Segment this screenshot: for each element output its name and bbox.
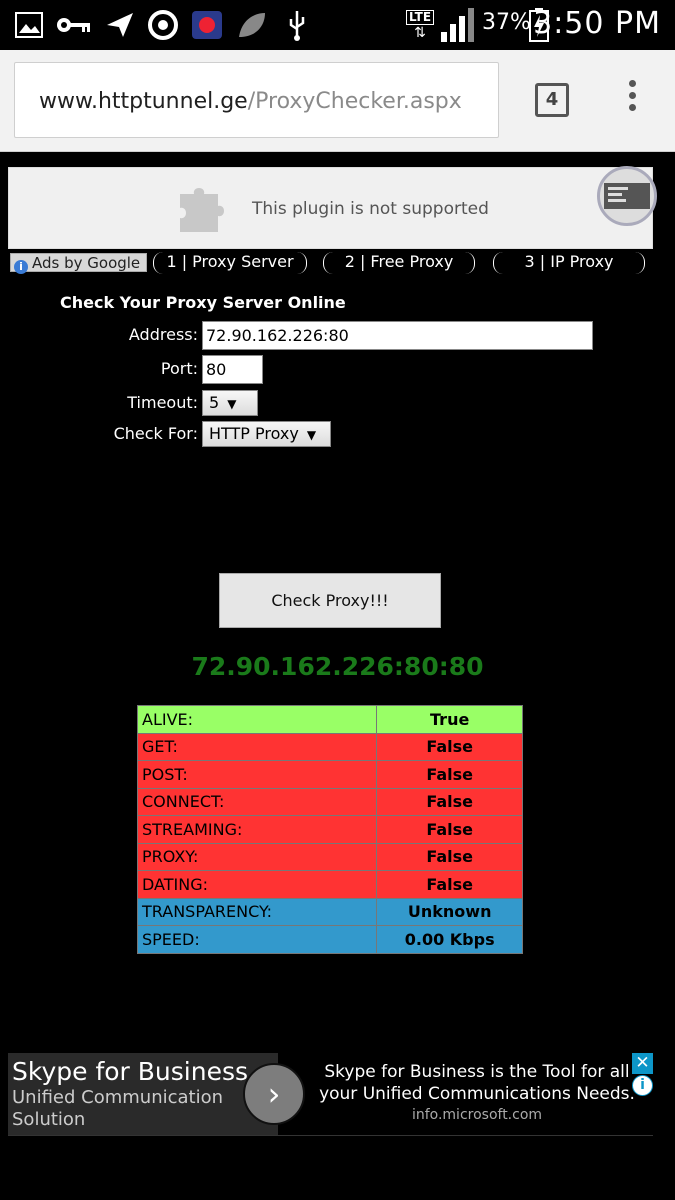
timeout-select[interactable]: 5 ▼ [202,390,258,416]
dropdown-arrow-icon: ▼ [306,428,317,442]
battery-percent: 37% [482,10,531,35]
check-for-value: HTTP Proxy [209,424,299,443]
nav-link-proxy-server[interactable]: 1 | Proxy Server [153,252,307,274]
result-value: False [376,732,523,761]
address-label: Address: [128,325,198,344]
port-label: Port: [160,359,198,378]
result-value: False [376,760,523,789]
result-address: 72.90.162.226:80:80 [191,652,484,681]
browser-toolbar: www.httptunnel.ge/ProxyChecker.aspx 4 [0,50,675,152]
app-notification-icon [190,8,224,42]
usb-icon [285,8,309,42]
info-icon[interactable]: i [632,1075,653,1096]
timeout-value: 5 [209,393,220,412]
ad-subtitle: Unified Communication Solution [12,1087,224,1130]
ads-by-google-link[interactable]: i Ads by Google [10,253,148,274]
chevron-right-icon[interactable]: › [243,1063,305,1125]
nav-links-row: i Ads by Google 1 | Proxy Server 2 | Free… [0,252,675,274]
timeout-label: Timeout: [127,393,198,412]
check-for-select[interactable]: HTTP Proxy ▼ [202,421,331,447]
network-type-label: LTE [405,9,435,25]
result-key: CONNECT: [136,787,378,816]
leaf-icon [235,8,269,42]
skype-ad-banner[interactable]: Skype for Business Unified Communication… [8,1053,653,1136]
clock: 3:50 PM [533,6,661,41]
lte-icon: LTE ⇅ [405,8,435,42]
ad-domain: info.microsoft.com [411,1107,543,1123]
puzzle-piece-icon [180,188,224,232]
info-icon: i [14,260,28,274]
results-table: ALIVE: True GET: False POST: False CONNECT: Fal… [136,705,523,954]
result-row: ALIVE: True [136,705,523,734]
ad-title[interactable]: Skype for Business [12,1057,248,1086]
sync-icon [146,8,180,42]
key-icon [55,8,93,42]
result-key: TRANSPARENCY: [136,897,378,926]
plugin-message: This plugin is not supported [252,199,489,219]
result-key: PROXY: [136,842,378,871]
address-bar[interactable]: www.httptunnel.ge/ProxyChecker.aspx [14,62,499,138]
ad-description: Skype for Business is the Tool for all y… [319,1062,635,1104]
result-value: True [376,705,523,734]
result-row: POST: False [136,760,523,789]
ads-label: Ads by Google [32,254,141,272]
form-title: Check Your Proxy Server Online [60,293,346,312]
result-key: GET: [136,732,378,761]
overflow-menu-icon[interactable] [622,80,642,120]
result-value: False [376,842,523,871]
send-icon [104,8,136,42]
port-input[interactable] [202,355,263,384]
tab-switcher-button[interactable]: 4 [535,83,569,117]
url-text[interactable]: www.httptunnel.ge/ProxyChecker.aspx [39,89,462,114]
result-row: DATING: False [136,870,523,899]
result-value: Unknown [376,897,523,926]
close-icon[interactable]: ✕ [632,1053,653,1074]
result-key: POST: [136,760,378,789]
result-value: False [376,870,523,899]
url-domain: www.httptunnel.ge [39,89,248,114]
status-bar: LTE ⇅ 37% 3:50 PM [0,0,675,50]
result-row: CONNECT: False [136,787,523,816]
nav-link-free-proxy[interactable]: 2 | Free Proxy [323,252,475,274]
result-value: False [376,815,523,844]
url-path: /ProxyChecker.aspx [247,89,462,114]
result-key: SPEED: [136,925,378,954]
result-row: TRANSPARENCY: Unknown [136,897,523,926]
nav-link-ip-proxy[interactable]: 3 | IP Proxy [493,252,645,274]
magnifier-thumbnail [597,166,657,226]
result-row: GET: False [136,732,523,761]
result-value: False [376,787,523,816]
result-row: SPEED: 0.00 Kbps [136,925,523,954]
dropdown-arrow-icon: ▼ [227,397,237,411]
result-key: ALIVE: [136,705,378,734]
signal-icon [438,8,476,42]
check-for-label: Check For: [113,424,198,443]
plugin-placeholder: This plugin is not supported [8,167,653,249]
result-key: DATING: [136,870,378,899]
ad-left-panel[interactable]: Skype for Business Unified Communication… [8,1053,278,1135]
result-row: STREAMING: False [136,815,523,844]
result-key: STREAMING: [136,815,378,844]
result-row: PROXY: False [136,842,523,871]
gallery-icon [14,8,44,42]
address-input[interactable] [202,321,593,350]
check-proxy-button[interactable]: Check Proxy!!! [219,573,441,628]
result-value: 0.00 Kbps [376,925,523,954]
